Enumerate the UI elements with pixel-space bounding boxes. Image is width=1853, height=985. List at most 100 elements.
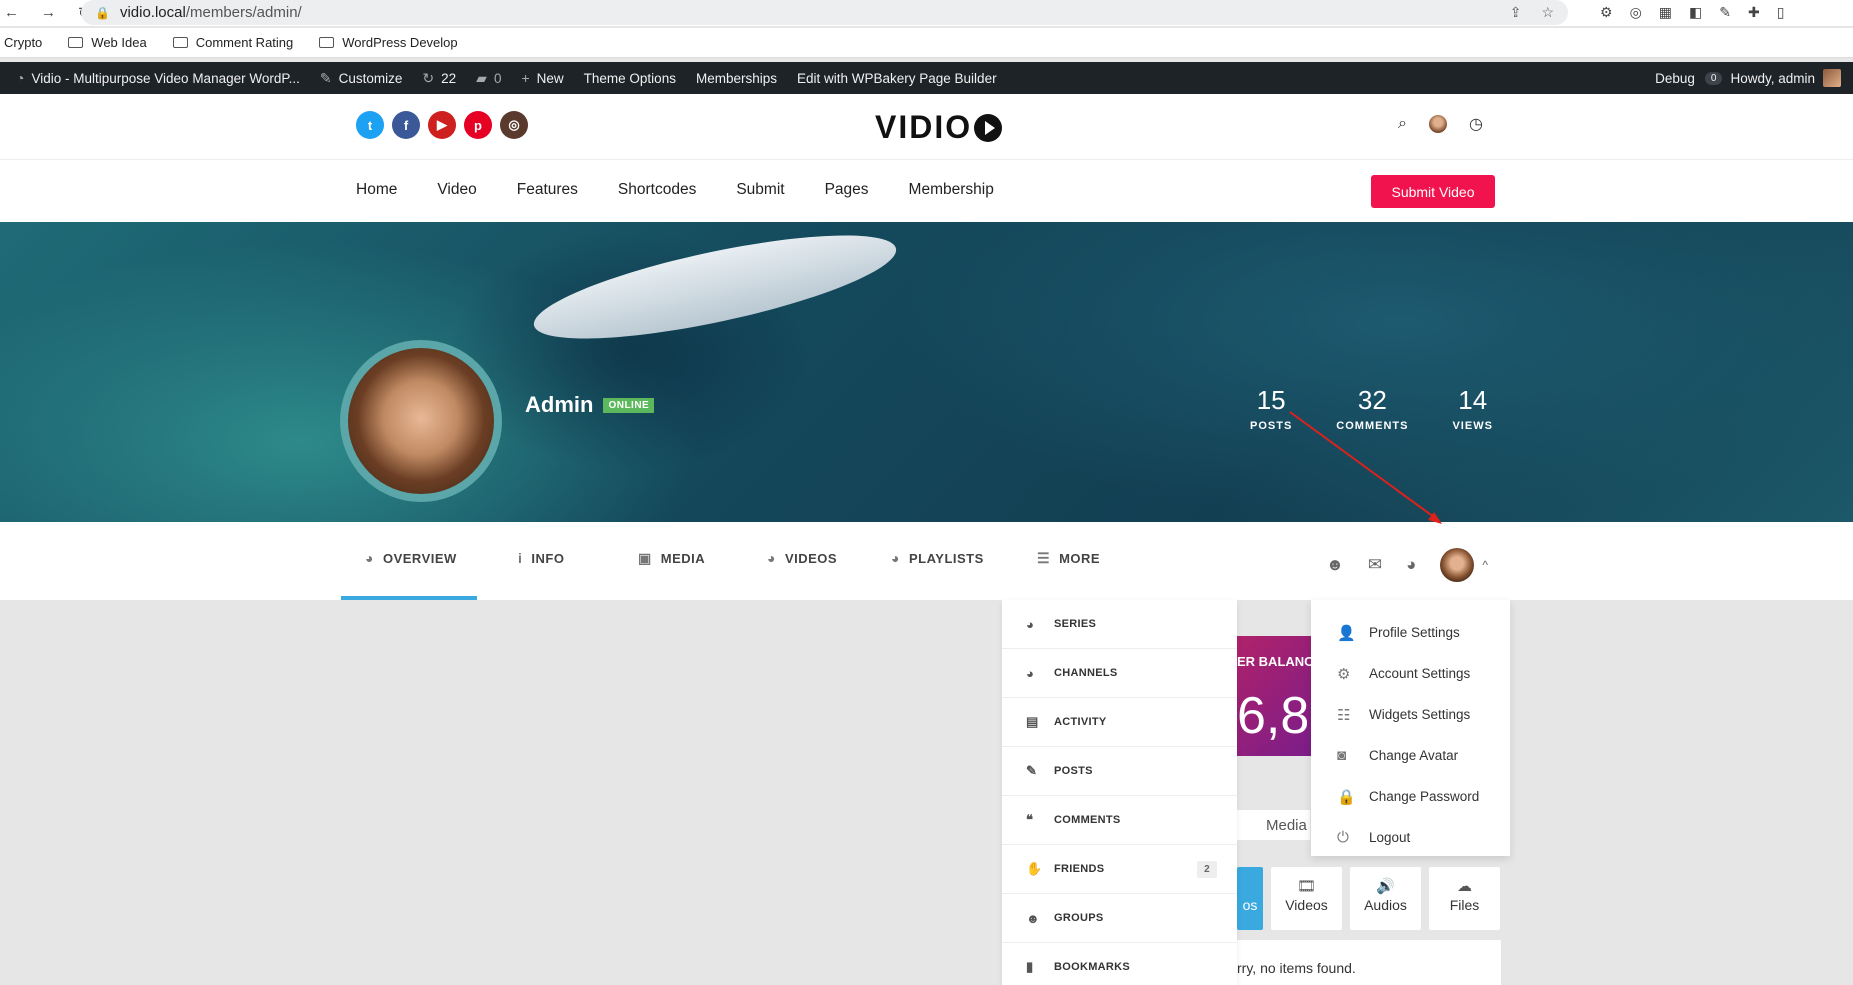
wp-updates[interactable]: ↻ 22 <box>412 62 466 94</box>
account-menu-logout[interactable]: ⏻ Logout <box>1311 817 1510 858</box>
media-tab-audios[interactable]: 🔊 Audios <box>1350 867 1421 930</box>
balance-label: ER BALANCE <box>1237 654 1315 669</box>
more-item-bookmarks[interactable]: ▮ BOOKMARKS <box>1002 943 1237 985</box>
wp-theme-options[interactable]: Theme Options <box>574 62 686 94</box>
wp-customize[interactable]: ✎ Customize <box>310 62 413 94</box>
tab-info[interactable]: i INFO <box>518 550 564 566</box>
sidebar-icon[interactable]: ▯ <box>1777 4 1785 21</box>
instagram-icon[interactable]: ◎ <box>500 111 528 139</box>
youtube-icon[interactable]: ▶ <box>428 111 456 139</box>
extension-icon[interactable]: ◧ <box>1689 4 1702 21</box>
more-item-label: BOOKMARKS <box>1054 961 1131 973</box>
profile-avatar[interactable] <box>340 340 502 502</box>
facebook-icon[interactable]: f <box>392 111 420 139</box>
wp-new[interactable]: + New <box>511 62 573 94</box>
address-bar[interactable]: 🔒 vidio.local/members/admin/ ⇪ ☆ <box>81 0 1568 25</box>
media-tab-photos[interactable]: os <box>1237 867 1263 930</box>
search-icon[interactable]: ⌕ <box>1398 115 1407 133</box>
wp-account[interactable]: Howdy, admin <box>1730 62 1841 94</box>
account-menu-label: Profile Settings <box>1369 625 1460 640</box>
media-tab-videos[interactable]: 🎞 Videos <box>1271 867 1342 930</box>
wp-site-name[interactable]: ◔ Vidio - Multipurpose Video Manager Word… <box>0 62 310 94</box>
account-avatar[interactable] <box>1440 548 1475 582</box>
users-icon: ☻ <box>1026 910 1040 926</box>
nav-submit[interactable]: Submit <box>736 181 784 199</box>
account-menu-widgets-settings[interactable]: ☷ Widgets Settings <box>1311 694 1510 735</box>
media-tab-label: Videos <box>1285 897 1328 913</box>
nav-shortcodes[interactable]: Shortcodes <box>618 181 696 199</box>
wp-memberships[interactable]: Memberships <box>686 62 787 94</box>
site-logo[interactable]: VIDIO <box>875 109 1003 146</box>
extension-icon[interactable]: ◎ <box>1630 4 1642 21</box>
more-item-groups[interactable]: ☻ GROUPS <box>1002 894 1237 943</box>
extension-icon[interactable]: ⚙ <box>1600 4 1613 21</box>
user-avatar[interactable] <box>1428 115 1447 133</box>
more-item-series[interactable]: ◕ SERIES <box>1002 600 1237 649</box>
puzzle-icon[interactable]: ✚ <box>1748 4 1760 21</box>
submit-video-button[interactable]: Submit Video <box>1371 175 1495 208</box>
wp-debug[interactable]: Debug <box>1645 62 1705 94</box>
info-icon: i <box>518 550 523 566</box>
nav-video[interactable]: Video <box>437 181 476 199</box>
twitter-icon[interactable]: t <box>356 111 384 139</box>
globe-icon: ◕ <box>1026 665 1035 681</box>
wp-wpbakery[interactable]: Edit with WPBakery Page Builder <box>787 62 1007 94</box>
star-icon[interactable]: ☆ <box>1541 4 1554 21</box>
tab-media[interactable]: ▣ MEDIA <box>638 550 705 567</box>
site-header: t f ▶ p ◎ VIDIO ⌕ ◷ <box>0 94 1853 160</box>
friends-icon[interactable]: ☻ <box>1326 555 1344 575</box>
nav-features[interactable]: Features <box>517 181 578 199</box>
logo-text: VIDIO <box>875 109 973 145</box>
account-menu-label: Change Password <box>1369 789 1480 804</box>
more-item-label: CHANNELS <box>1054 667 1118 679</box>
tab-label: MEDIA <box>660 551 706 566</box>
tab-more[interactable]: ☰ MORE <box>1037 550 1100 567</box>
more-item-posts[interactable]: ✎ POSTS <box>1002 747 1237 796</box>
globe-icon: ◕ <box>767 550 776 566</box>
balance-value: 6,89 <box>1237 687 1315 745</box>
bookmark-comment-rating[interactable]: Comment Rating <box>172 35 294 50</box>
bookmark-label: Comment Rating <box>195 35 294 50</box>
tab-overview[interactable]: ◕ OVERVIEW <box>365 550 457 566</box>
globe-icon[interactable]: ◕ <box>1406 555 1416 575</box>
account-menu-account-settings[interactable]: ⚙ Account Settings <box>1311 653 1510 694</box>
media-icon: ▣ <box>638 550 652 566</box>
account-menu-change-avatar[interactable]: ◙ Change Avatar <box>1311 735 1510 776</box>
more-item-friends[interactable]: ✋ FRIENDS 2 <box>1002 845 1237 894</box>
share-icon[interactable]: ⇪ <box>1510 4 1522 21</box>
debug-label: Debug <box>1655 70 1695 86</box>
bookmark-wordpress-develop[interactable]: WordPress Develop <box>319 35 458 50</box>
wp-comments[interactable]: ▰ 0 <box>466 62 511 94</box>
account-menu-profile-settings[interactable]: 👤 Profile Settings <box>1311 612 1510 653</box>
power-icon: ⏻ <box>1337 829 1349 846</box>
updates-count: 22 <box>441 70 457 86</box>
nav-membership[interactable]: Membership <box>909 181 994 199</box>
tab-videos[interactable]: ◕ VIDEOS <box>767 550 837 566</box>
pinterest-icon[interactable]: p <box>464 111 492 139</box>
chevron-up-icon[interactable]: ^ <box>1482 558 1488 572</box>
wpbakery-label: Edit with WPBakery Page Builder <box>796 70 997 86</box>
nav-home[interactable]: Home <box>356 181 397 199</box>
back-icon[interactable]: ← <box>4 4 19 22</box>
bookmark-crypto[interactable]: Crypto <box>4 35 42 50</box>
media-tab-label: Files <box>1449 897 1480 913</box>
more-item-channels[interactable]: ◕ CHANNELS <box>1002 649 1237 698</box>
more-item-comments[interactable]: ❝ COMMENTS <box>1002 796 1237 845</box>
wp-admin-bar: ◔ Vidio - Multipurpose Video Manager Word… <box>0 62 1853 94</box>
clock-icon[interactable]: ◷ <box>1469 114 1483 134</box>
bookmark-web-idea[interactable]: Web Idea <box>68 35 147 50</box>
bookmark-icon: ▮ <box>1026 959 1034 974</box>
tab-label: VIDEOS <box>784 550 838 566</box>
forward-icon[interactable]: → <box>41 4 56 22</box>
account-menu-change-password[interactable]: 🔒 Change Password <box>1311 776 1510 817</box>
extension-icon[interactable]: ▦ <box>1659 4 1672 21</box>
tab-playlists[interactable]: ◕ PLAYLISTS <box>891 550 984 566</box>
camera-icon: ◙ <box>1337 747 1347 764</box>
envelope-icon[interactable]: ✉ <box>1368 555 1382 575</box>
nav-pages[interactable]: Pages <box>825 181 869 199</box>
media-tab-files[interactable]: ☁ Files <box>1429 867 1500 930</box>
memberships-label: Memberships <box>695 70 777 86</box>
user-icon: 👤 <box>1337 624 1356 642</box>
extension-icon[interactable]: ✎ <box>1719 4 1731 21</box>
more-item-activity[interactable]: ▤ ACTIVITY <box>1002 698 1237 747</box>
